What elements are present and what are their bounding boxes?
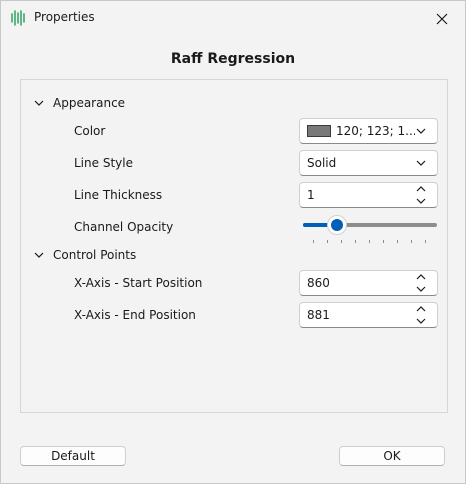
slider-tick [313,240,314,243]
x-start-value: 860 [307,276,330,290]
line-style-value: Solid [307,156,337,170]
chevron-down-icon [34,100,44,106]
slider-tick [355,240,356,243]
slider-tick [383,240,384,243]
app-waveform-icon [10,10,26,26]
properties-window: Properties Raff Regression Appearance Co… [0,0,466,484]
section-appearance[interactable]: Appearance [33,93,125,113]
x-end-value: 881 [307,308,330,322]
x-end-stepper[interactable]: 881 [299,302,438,328]
slider-tick [327,240,328,243]
section-appearance-label: Appearance [53,96,126,110]
chevron-up-icon[interactable] [415,272,427,282]
channel-opacity-label: Channel Opacity [74,220,174,234]
slider-ticks [303,240,437,244]
section-control-points-label: Control Points [53,248,137,262]
line-style-label: Line Style [74,156,133,170]
chevron-down-icon[interactable] [415,284,427,294]
chevron-down-icon [416,160,426,166]
x-start-label: X-Axis - Start Position [74,276,203,290]
section-control-points[interactable]: Control Points [33,245,136,265]
chevron-down-icon[interactable] [415,196,427,206]
slider-tick [425,240,426,243]
color-picker[interactable]: 120; 123; 1... [299,118,438,144]
x-end-label: X-Axis - End Position [74,308,196,322]
chevron-down-icon [34,252,44,258]
title-bar: Properties [1,1,465,35]
default-button[interactable]: Default [20,446,126,466]
slider-tick [369,240,370,243]
channel-opacity-slider[interactable] [303,214,437,244]
slider-tick [397,240,398,243]
line-style-dropdown[interactable]: Solid [299,150,438,176]
close-button[interactable] [431,8,453,30]
close-icon [436,13,448,25]
color-swatch [307,125,331,137]
line-thickness-stepper[interactable]: 1 [299,182,438,208]
line-thickness-label: Line Thickness [74,188,163,202]
dialog-heading: Raff Regression [170,51,296,67]
window-title: Properties [34,10,95,24]
ok-button[interactable]: OK [339,446,445,466]
x-start-stepper[interactable]: 860 [299,270,438,296]
chevron-up-icon[interactable] [415,184,427,194]
chevron-down-icon[interactable] [415,316,427,326]
color-label: Color [74,124,106,138]
slider-tick [411,240,412,243]
spinner[interactable] [415,304,427,326]
color-value: 120; 123; 1... [336,124,415,138]
line-thickness-value: 1 [307,188,315,202]
spinner[interactable] [415,272,427,294]
chevron-up-icon[interactable] [415,304,427,314]
spinner[interactable] [415,184,427,206]
slider-thumb[interactable] [327,215,347,235]
slider-tick [341,240,342,243]
chevron-down-icon [416,128,426,134]
properties-panel: Appearance Color 120; 123; 1... Line Sty… [20,79,448,413]
